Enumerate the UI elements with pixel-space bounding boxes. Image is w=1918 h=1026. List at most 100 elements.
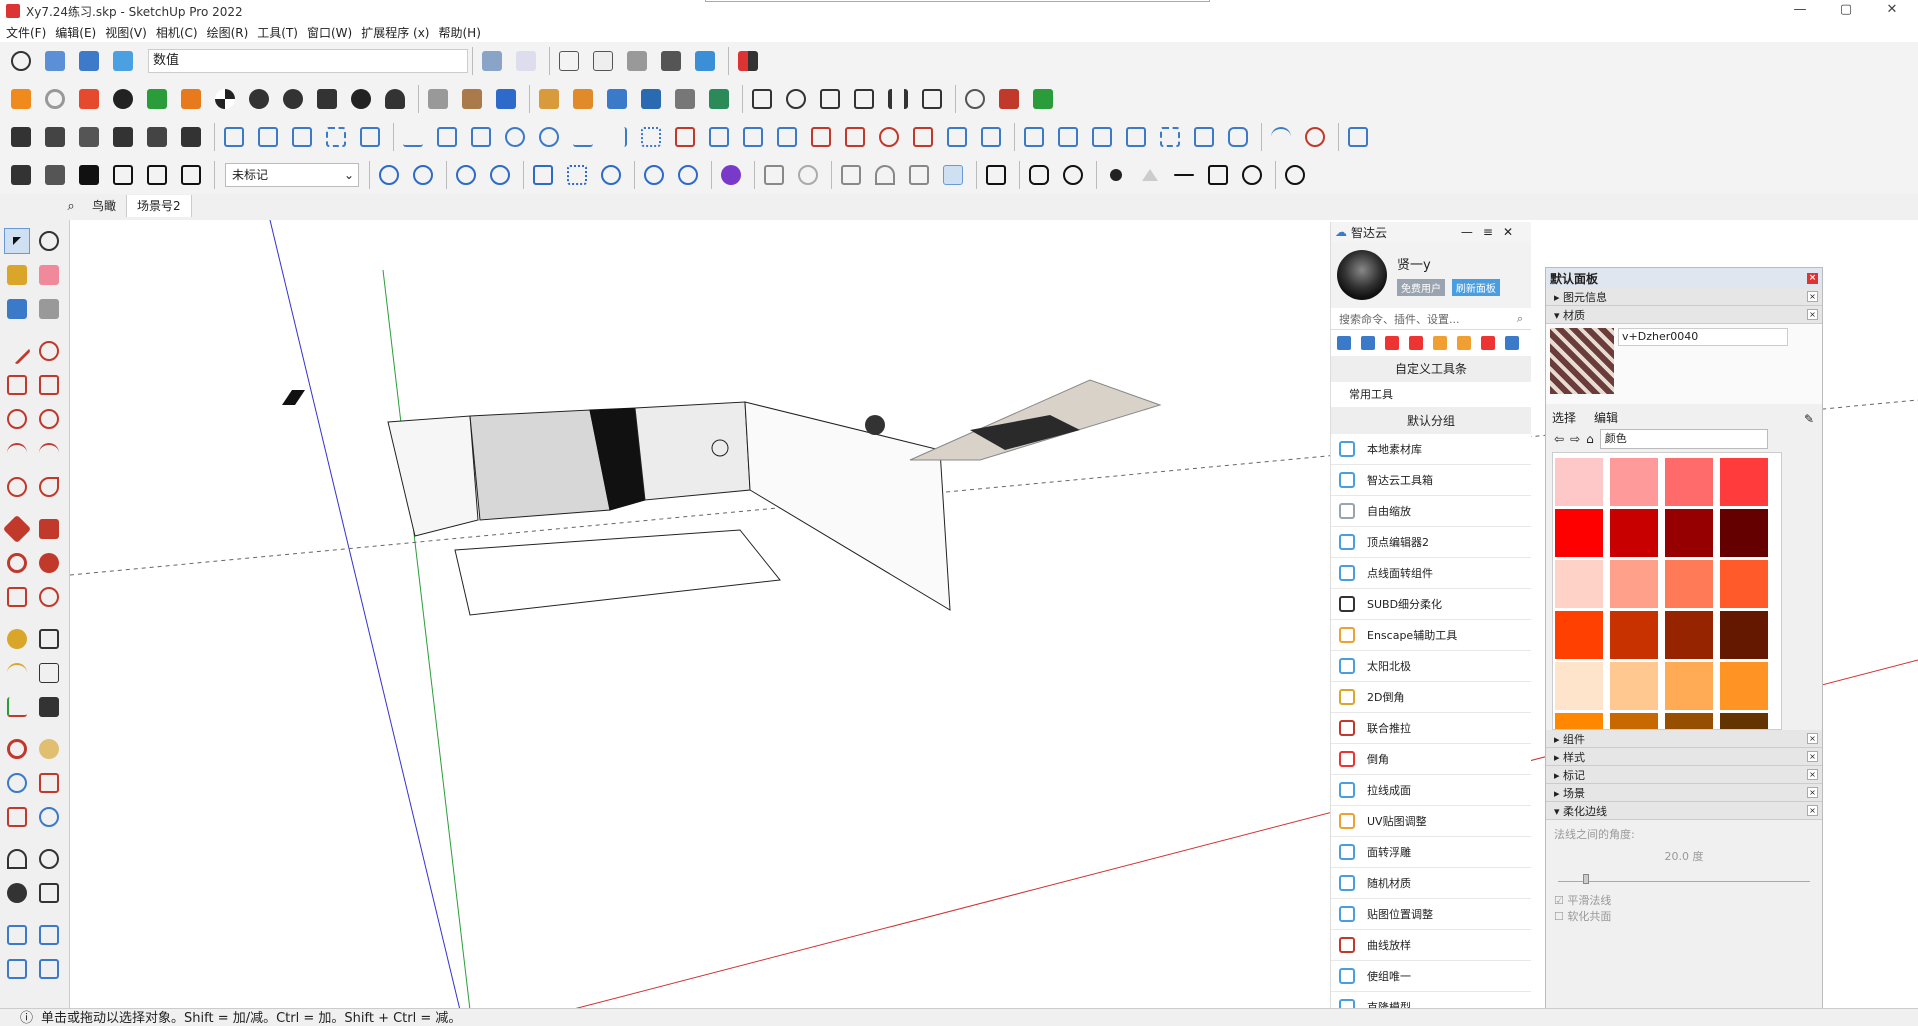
color-swatch[interactable] xyxy=(1555,611,1603,659)
axes-icon[interactable] xyxy=(4,694,30,720)
line-light-icon[interactable] xyxy=(1169,160,1199,190)
panel-controls[interactable]: —≡✕ xyxy=(1461,225,1523,239)
quick-icon[interactable] xyxy=(1481,336,1495,350)
column-icon[interactable] xyxy=(883,84,913,114)
box-red-icon[interactable] xyxy=(840,122,870,152)
stack-icon[interactable] xyxy=(74,84,104,114)
close-box-icon[interactable] xyxy=(908,122,938,152)
lasso-icon[interactable] xyxy=(36,228,62,254)
camera-icon[interactable] xyxy=(904,160,934,190)
2pt-arc-icon[interactable] xyxy=(36,440,62,466)
check-circle-icon[interactable] xyxy=(596,160,626,190)
follow-me-icon[interactable] xyxy=(491,84,521,114)
menu-window[interactable]: 窗口(W) xyxy=(307,24,352,41)
menu-camera[interactable]: 相机(C) xyxy=(156,24,198,41)
followme-tool-icon[interactable] xyxy=(36,550,62,576)
sphere-cut-icon[interactable] xyxy=(874,122,904,152)
network-icon[interactable] xyxy=(562,160,592,190)
download-icon[interactable] xyxy=(1087,122,1117,152)
eye-target-icon[interactable] xyxy=(1300,122,1330,152)
cad-import-icon[interactable] xyxy=(747,84,777,114)
globe-icon[interactable] xyxy=(500,122,530,152)
color-swatch[interactable] xyxy=(1720,509,1768,557)
tool-item[interactable]: 面转浮雕 xyxy=(1331,837,1531,868)
color-swatch[interactable] xyxy=(1610,611,1658,659)
tool-item[interactable]: Enscape辅助工具 xyxy=(1331,620,1531,651)
color-swatch[interactable] xyxy=(1665,662,1713,710)
color-swatch[interactable] xyxy=(1610,509,1658,557)
move-tool-icon[interactable] xyxy=(2,514,32,544)
scene-tab-active[interactable]: 场景号2 xyxy=(127,195,192,217)
p-badge-icon[interactable] xyxy=(716,160,746,190)
orbit-icon[interactable] xyxy=(40,46,70,76)
forward-icon[interactable]: ⇨ xyxy=(1570,432,1580,446)
soften-coplanar-checkbox[interactable]: ☐ 软化共面 xyxy=(1554,908,1814,924)
zoom-icon[interactable] xyxy=(4,770,30,796)
tray-section[interactable]: ▸ 标记 × xyxy=(1546,766,1822,784)
arc-icon[interactable] xyxy=(1266,122,1296,152)
paint-icon[interactable] xyxy=(4,262,30,288)
rotated-rect-icon[interactable] xyxy=(36,372,62,398)
tool-item[interactable]: 本地素材库 xyxy=(1331,434,1531,465)
view-top-icon[interactable] xyxy=(108,46,138,76)
home-icon[interactable]: ⌂ xyxy=(1586,432,1594,446)
render-icon[interactable] xyxy=(836,160,866,190)
tool-item[interactable]: 使组唯一 xyxy=(1331,961,1531,992)
search-icon[interactable]: ⌕ xyxy=(60,199,82,214)
custom-toolbar-header[interactable]: 自定义工具条 xyxy=(1331,356,1531,382)
box-orange-icon[interactable] xyxy=(568,84,598,114)
wave-icon[interactable] xyxy=(534,122,564,152)
curve-icon[interactable] xyxy=(704,84,734,114)
flag-icon[interactable] xyxy=(1189,122,1219,152)
tool-item[interactable]: UV贴图调整 xyxy=(1331,806,1531,837)
walk-icon[interactable] xyxy=(4,880,30,906)
color-swatch[interactable] xyxy=(1665,611,1713,659)
select-icon[interactable] xyxy=(4,228,30,254)
extension-warehouse-icon[interactable] xyxy=(40,160,70,190)
checker-sphere-icon[interactable] xyxy=(210,84,240,114)
tray-section[interactable]: ▸ 场景 × xyxy=(1546,784,1822,802)
freehand-icon[interactable] xyxy=(36,338,62,364)
color-swatch[interactable] xyxy=(1665,713,1713,729)
cloud-search-icon[interactable] xyxy=(408,160,438,190)
delete-face-icon[interactable] xyxy=(670,122,700,152)
pushpull-icon[interactable] xyxy=(36,516,62,542)
component-a-icon[interactable] xyxy=(6,122,36,152)
color-swatch[interactable] xyxy=(1555,509,1603,557)
pencil-orange-icon[interactable] xyxy=(534,84,564,114)
rectangle-icon[interactable] xyxy=(4,372,30,398)
tray-section[interactable]: ▾ 柔化边线 × xyxy=(1546,802,1822,820)
menu-help[interactable]: 帮助(H) xyxy=(438,24,480,41)
minimize-button[interactable]: — xyxy=(1778,0,1822,22)
cabinet-icon[interactable] xyxy=(917,84,947,114)
dome-icon[interactable] xyxy=(870,160,900,190)
component-icon[interactable] xyxy=(4,296,30,322)
quick-icon[interactable] xyxy=(1385,336,1399,350)
zoom-window-icon[interactable] xyxy=(36,770,62,796)
close-button[interactable]: ✕ xyxy=(1870,0,1914,22)
face-icon[interactable] xyxy=(432,122,462,152)
report-icon[interactable] xyxy=(994,84,1024,114)
spring-icon[interactable] xyxy=(1223,122,1253,152)
pie-icon[interactable] xyxy=(36,474,62,500)
stamp-icon[interactable] xyxy=(4,956,30,982)
maximize-button[interactable]: ▢ xyxy=(1824,0,1868,22)
circle-gray-icon[interactable] xyxy=(793,160,823,190)
flip-icon[interactable] xyxy=(355,122,385,152)
section-materials[interactable]: ▾ 材质 × xyxy=(1546,306,1822,324)
refresh-panel-button[interactable]: 刷新面板 xyxy=(1451,279,1500,296)
color-swatch[interactable] xyxy=(1665,458,1713,506)
door-icon[interactable] xyxy=(815,84,845,114)
section-entity-info[interactable]: ▸ 图元信息 × xyxy=(1546,288,1822,306)
tray-section[interactable]: ▸ 组件 × xyxy=(1546,730,1822,748)
grid-add-icon[interactable] xyxy=(1343,122,1373,152)
user-icon[interactable] xyxy=(380,84,410,114)
tab-edit[interactable]: 编辑 xyxy=(1594,409,1618,426)
color-swatch[interactable] xyxy=(1720,662,1768,710)
basket-icon[interactable] xyxy=(806,122,836,152)
help-icon[interactable] xyxy=(1058,160,1088,190)
scale-icon[interactable] xyxy=(4,584,30,610)
position-camera-icon[interactable] xyxy=(4,846,30,872)
color-swatch[interactable] xyxy=(1555,458,1603,506)
cube-outline-icon[interactable] xyxy=(981,160,1011,190)
